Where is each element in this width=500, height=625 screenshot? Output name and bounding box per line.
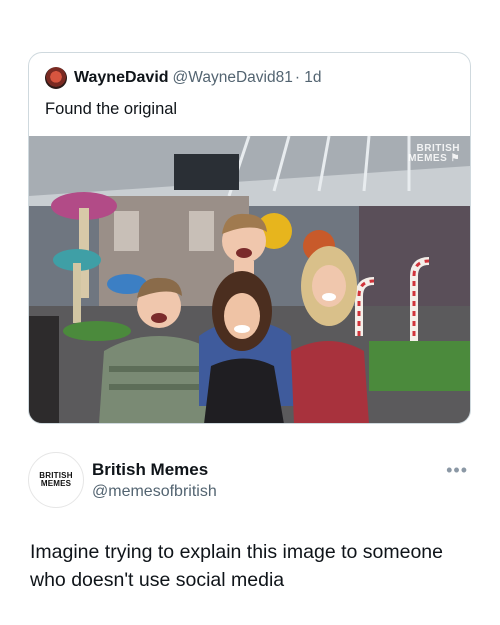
uk-flag-icon: ⚑ — [450, 153, 460, 164]
quoted-tweet-text: Found the original — [45, 100, 178, 118]
quoted-tweet-card[interactable]: WayneDavid @WayneDavid81 · 1d Found the … — [28, 52, 471, 424]
author-handle[interactable]: @memesofbritish — [92, 483, 217, 501]
family-photo-illustration — [29, 136, 470, 423]
author-name[interactable]: British Memes — [92, 460, 208, 480]
photo-watermark: BRITISH MEMES ⚑ — [408, 143, 460, 164]
tweet-text: Imagine trying to explain this image to … — [30, 541, 443, 591]
quoted-tweet-header: WayneDavid @WayneDavid81 · 1d — [45, 67, 322, 89]
quoted-author-handle[interactable]: @WayneDavid81 — [173, 69, 293, 87]
author-avatar[interactable]: BRITISH MEMES — [28, 452, 84, 508]
tweet-photo[interactable]: BRITISH MEMES ⚑ — [29, 136, 470, 423]
quoted-tweet-time[interactable]: · 1d — [295, 69, 322, 87]
more-icon[interactable]: ••• — [446, 460, 468, 481]
quoted-author-name[interactable]: WayneDavid — [74, 69, 169, 87]
quoted-author-avatar[interactable] — [45, 67, 67, 89]
